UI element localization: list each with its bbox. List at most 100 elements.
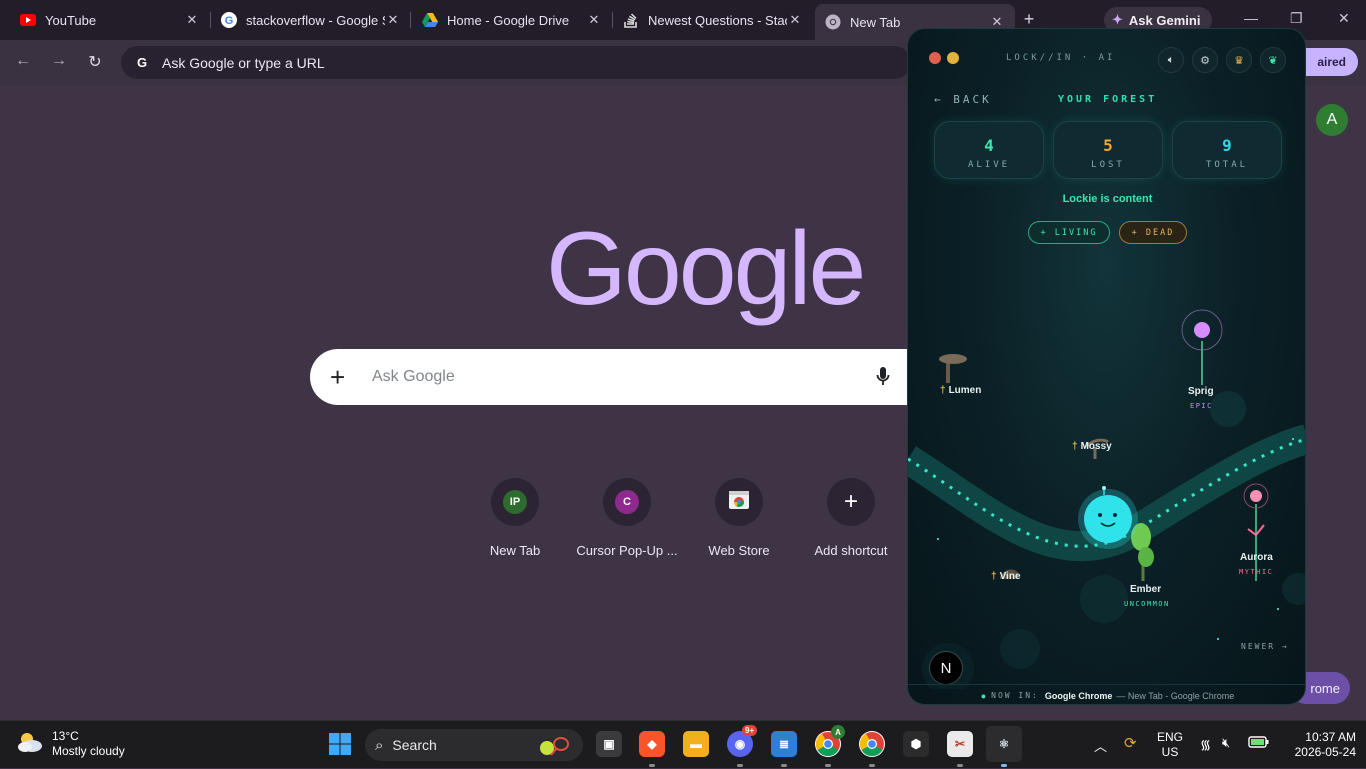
plant-ember[interactable]: Ember	[1130, 584, 1161, 595]
stackoverflow-icon	[623, 12, 639, 28]
dead-marker-icon: †	[1072, 441, 1078, 452]
dead-marker-icon: †	[940, 385, 946, 396]
close-dot-icon[interactable]	[929, 52, 941, 64]
shortcut-label: Add shortcut	[814, 543, 888, 558]
plant-name: Vine	[999, 571, 1021, 582]
close-icon[interactable]: ✕	[385, 12, 401, 28]
running-indicator	[825, 764, 831, 767]
running-indicator	[869, 764, 875, 767]
shortcut-label: New Tab	[489, 543, 541, 558]
chevron-up-icon[interactable]: ︿	[1094, 736, 1107, 755]
mascot-mood: Lockie is content	[1062, 193, 1153, 205]
weather-widget[interactable]: 13°C Mostly cloudy	[16, 729, 125, 759]
plus-icon: +	[843, 488, 858, 515]
forest-title: YOUR FOREST	[1058, 94, 1158, 105]
running-indicator	[781, 764, 787, 767]
svg-text:G: G	[225, 15, 234, 27]
restore-icon[interactable]: ❐	[1290, 10, 1303, 27]
customize-chrome-label: rome	[1310, 680, 1340, 696]
wifi-icon[interactable]: ᯾	[1200, 735, 1211, 753]
tab-title: Home - Google Drive	[447, 12, 570, 28]
plant-aurora[interactable]: Aurora	[1240, 552, 1273, 563]
tab-youtube[interactable]: YouTube ✕	[10, 4, 210, 36]
minimize-icon[interactable]: —	[1244, 10, 1258, 26]
tab-divider	[410, 12, 411, 28]
minimize-dot-icon[interactable]	[947, 52, 959, 64]
mute-icon[interactable]: 🔇︎	[1222, 735, 1230, 751]
rarity-badge: EPIC	[1190, 402, 1213, 410]
reload-icon[interactable]: ↻	[85, 52, 105, 72]
add-attachment-icon[interactable]: +	[330, 364, 350, 390]
shortcut-cursor-popup[interactable]: C Cursor Pop-Up ...	[567, 478, 687, 558]
chrome-icon[interactable]	[859, 731, 885, 757]
stat-alive: 4 ALIVE	[934, 121, 1044, 179]
shortcut-label: Cursor Pop-Up ...	[576, 543, 678, 558]
tab-title: stackoverflow - Google S	[246, 12, 385, 28]
plant-vine[interactable]: † Vine	[991, 571, 1021, 582]
task-view-icon[interactable]: ▣	[596, 731, 622, 757]
discord-icon[interactable]: ◉ 9+	[727, 725, 758, 757]
clock[interactable]: 10:37 AM 2026-05-24	[1290, 730, 1356, 760]
address-bar[interactable]: G Ask Google or type a URL	[121, 46, 911, 79]
taskbar-search[interactable]: ⌕ Search	[365, 729, 583, 761]
brand-title: LOCK//IN · AI	[1006, 53, 1116, 63]
plant-name: Mossy	[1080, 441, 1112, 452]
forward-arrow-icon[interactable]: →	[49, 52, 69, 70]
add-shortcut-button[interactable]: + Add shortcut	[791, 478, 911, 558]
filter-dead-button[interactable]: + DEAD	[1119, 221, 1187, 244]
shortcut-web-store[interactable]: Web Store	[679, 478, 799, 558]
web-store-icon	[727, 488, 751, 517]
sync-icon[interactable]: ⟳	[1124, 734, 1137, 752]
shortcut-tile: IP	[491, 478, 539, 526]
google-g-icon: G	[136, 55, 148, 70]
windows-start-icon[interactable]	[327, 731, 353, 757]
language-indicator[interactable]: ENG US	[1154, 730, 1186, 760]
dead-marker-icon: †	[991, 571, 997, 582]
tab-google-drive[interactable]: Home - Google Drive ✕	[412, 4, 612, 36]
file-explorer-icon[interactable]: ▬	[683, 731, 709, 757]
sound-icon[interactable]: 🔈︎	[1158, 47, 1184, 73]
react-app-icon[interactable]: ⚛	[986, 726, 1022, 762]
shortcut-label: Web Store	[708, 543, 770, 558]
gear-icon[interactable]: ⚙︎	[1192, 47, 1218, 73]
snipping-tool-icon[interactable]: ✂	[947, 731, 973, 757]
shortcut-new-tab[interactable]: IP New Tab	[455, 478, 575, 558]
clock-date: 2026-05-24	[1294, 745, 1356, 759]
close-icon[interactable]: ✕	[184, 12, 200, 28]
tab-stackoverflow-newest[interactable]: Newest Questions - Stac ✕	[613, 4, 813, 36]
avatar[interactable]: A	[1316, 104, 1348, 136]
cloudy-weather-icon	[16, 731, 44, 758]
microphone-icon[interactable]	[876, 366, 890, 388]
n-badge[interactable]: N	[929, 651, 963, 685]
avatar-letter: A	[1326, 111, 1338, 128]
stat-value: 4	[984, 136, 994, 155]
chrome-profile-icon[interactable]: A	[815, 725, 845, 757]
filter-living-button[interactable]: + LIVING	[1028, 221, 1110, 244]
shortcut-tile: C	[603, 478, 651, 526]
back-arrow-icon[interactable]: ←	[13, 52, 33, 70]
plant-lumen[interactable]: † Lumen	[940, 385, 981, 396]
back-button[interactable]: ← BACK	[934, 93, 992, 106]
paired-label: aired	[1317, 55, 1346, 69]
newer-button[interactable]: NEWER →	[1241, 642, 1289, 651]
lang-bottom: US	[1161, 745, 1179, 759]
notepad-icon[interactable]: ≣	[771, 731, 797, 757]
clock-time: 10:37 AM	[1305, 730, 1356, 744]
tab-stackoverflow-search[interactable]: G stackoverflow - Google S ✕	[211, 4, 411, 36]
close-icon[interactable]: ✕	[787, 12, 803, 28]
new-tab-button[interactable]: +	[1019, 9, 1039, 30]
trophy-icon[interactable]: ♛	[1226, 47, 1252, 73]
plant-sprig[interactable]: Sprig	[1188, 386, 1214, 397]
weather-temp: 13°C	[52, 729, 79, 743]
brave-icon[interactable]: ◆	[639, 731, 665, 757]
plant-name: Sprig	[1188, 386, 1214, 397]
box-app-icon[interactable]: ⬢	[903, 731, 929, 757]
close-window-icon[interactable]: ✕	[1338, 10, 1350, 27]
close-icon[interactable]: ✕	[586, 12, 602, 28]
address-bar-placeholder: Ask Google or type a URL	[162, 54, 325, 71]
stat-label: TOTAL	[1205, 160, 1249, 170]
leaf-icon[interactable]: ❦	[1260, 47, 1286, 73]
plant-mossy[interactable]: † Mossy	[1072, 441, 1112, 452]
forest-scene	[908, 309, 1305, 689]
battery-icon[interactable]	[1248, 735, 1270, 752]
